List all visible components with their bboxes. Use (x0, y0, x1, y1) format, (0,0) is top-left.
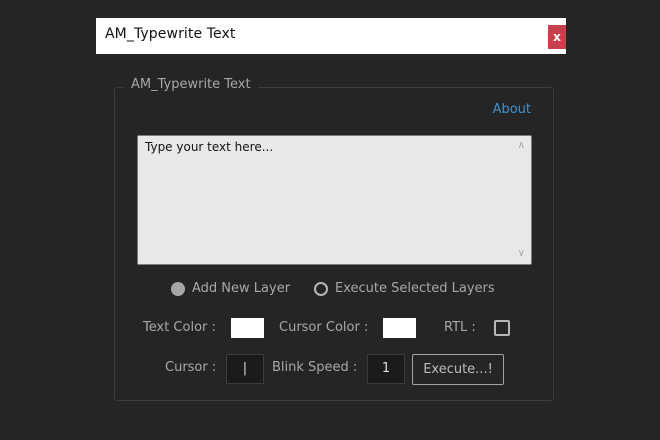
group-title: AM_Typewrite Text (124, 77, 258, 92)
window-title: AM_Typewrite Text (105, 26, 236, 42)
scroll-down-icon[interactable]: ∨ (518, 249, 525, 259)
text-color-label: Text Color : (143, 320, 216, 335)
title-bar: AM_Typewrite Text x (96, 18, 566, 54)
cursor-character-field[interactable]: | (226, 354, 264, 384)
radio-add-new-layer-label: Add New Layer (192, 281, 291, 296)
cursor-label: Cursor : (165, 360, 217, 375)
typewrite-dialog: AM_Typewrite Text x AM_Typewrite Text Ab… (96, 18, 566, 440)
radio-unchecked-icon (314, 281, 328, 296)
radio-execute-selected-layers[interactable]: Execute Selected Layers (314, 281, 495, 296)
text-input-placeholder: Type your text here... (145, 140, 274, 154)
about-link[interactable]: About (493, 102, 531, 117)
close-icon: x (553, 30, 561, 44)
radio-add-new-layer[interactable]: Add New Layer (171, 281, 290, 296)
scroll-up-icon[interactable]: ∧ (518, 141, 525, 151)
rtl-label: RTL : (444, 320, 476, 335)
rtl-checkbox[interactable] (494, 320, 510, 336)
blink-speed-field[interactable]: 1 (367, 354, 405, 384)
cursor-color-label: Cursor Color : (279, 320, 369, 335)
execute-button[interactable]: Execute...! (412, 354, 504, 385)
close-button[interactable]: x (548, 25, 566, 49)
radio-execute-selected-label: Execute Selected Layers (335, 281, 495, 296)
text-color-swatch[interactable] (231, 318, 264, 338)
radio-checked-icon (171, 281, 185, 296)
blink-speed-label: Blink Speed : (272, 360, 358, 375)
cursor-color-swatch[interactable] (383, 318, 416, 338)
text-input-area[interactable]: Type your text here... ∧ ∨ (137, 135, 532, 265)
